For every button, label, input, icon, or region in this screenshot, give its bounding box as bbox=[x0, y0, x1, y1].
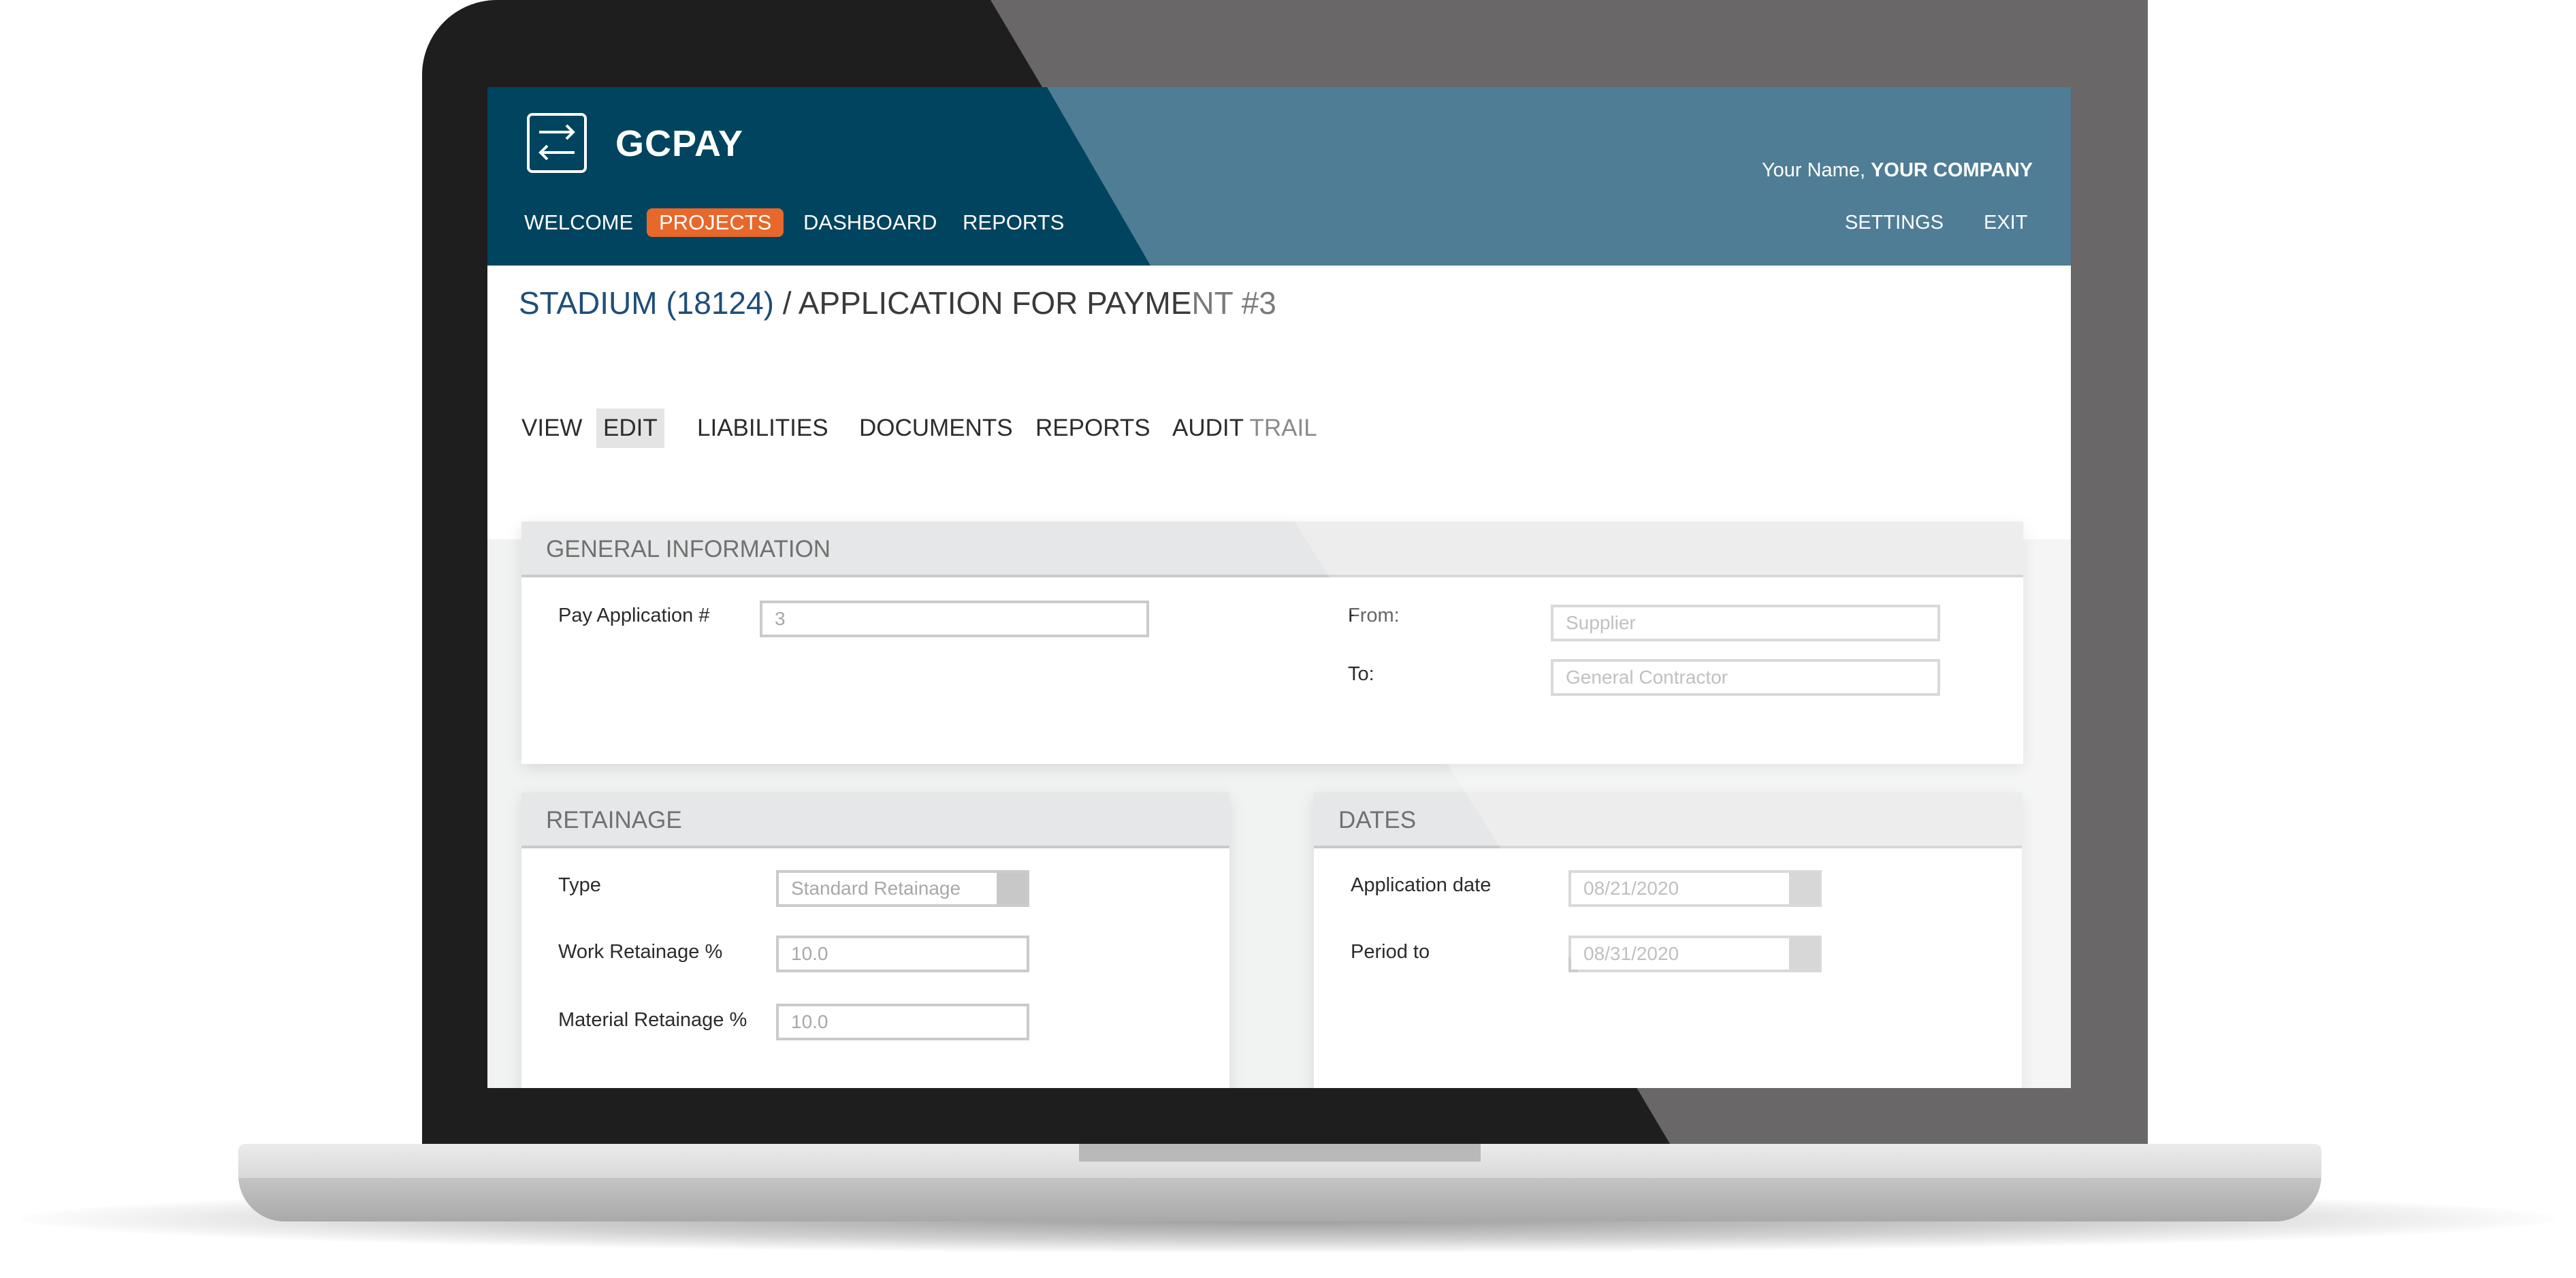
calendar-icon[interactable] bbox=[1789, 938, 1819, 970]
transfer-arrows-icon bbox=[527, 113, 587, 173]
retainage-type-label: Type bbox=[558, 874, 601, 896]
dates-header: DATES bbox=[1314, 793, 2022, 848]
dates-panel: DATES Application date 08/21/2020 Period… bbox=[1314, 793, 2022, 1088]
material-retainage-input[interactable]: 10.0 bbox=[776, 1004, 1029, 1040]
breadcrumb-project-link[interactable]: STADIUM (18124) bbox=[519, 285, 774, 321]
settings-link[interactable]: SETTINGS bbox=[1845, 208, 1944, 237]
work-retainage-value: 10.0 bbox=[791, 943, 828, 964]
application-date-label: Application date bbox=[1351, 874, 1492, 896]
pay-application-value: 3 bbox=[775, 608, 786, 629]
general-information-panel: GENERAL INFORMATION Pay Application # 3 … bbox=[521, 522, 2023, 764]
tab-edit[interactable]: EDIT bbox=[596, 409, 664, 448]
laptop-hinge-notch bbox=[1079, 1144, 1481, 1162]
nav-welcome[interactable]: WELCOME bbox=[524, 208, 633, 237]
tab-audit-label-faded: TRAIL bbox=[1249, 415, 1317, 441]
from-input[interactable]: Supplier bbox=[1551, 605, 1940, 641]
app-screen: GCPAY WELCOME PROJECTS DASHBOARD REPORTS… bbox=[487, 87, 2071, 1088]
tab-reports[interactable]: REPORTS bbox=[1029, 409, 1157, 448]
pay-application-input[interactable]: 3 bbox=[760, 601, 1149, 637]
retainage-panel: RETAINAGE Type Standard Retainage Work R… bbox=[521, 793, 1229, 1088]
user-name: Your Name, bbox=[1761, 159, 1871, 181]
nav-reports[interactable]: REPORTS bbox=[963, 208, 1064, 237]
period-to-value: 08/31/2020 bbox=[1583, 943, 1679, 964]
retainage-header: RETAINAGE bbox=[521, 793, 1229, 848]
work-retainage-label: Work Retainage % bbox=[558, 941, 723, 963]
nav-dashboard[interactable]: DASHBOARD bbox=[803, 208, 937, 237]
tab-view[interactable]: VIEW bbox=[515, 409, 589, 448]
to-input[interactable]: General Contractor bbox=[1551, 659, 1940, 696]
app-logo-text: GCPAY bbox=[615, 123, 744, 164]
from-value: Supplier bbox=[1566, 612, 1636, 633]
from-label: From: bbox=[1348, 605, 1400, 626]
tab-audit-trail[interactable]: AUDIT TRAIL bbox=[1165, 409, 1324, 448]
application-date-value: 08/21/2020 bbox=[1583, 878, 1679, 899]
exit-link[interactable]: EXIT bbox=[1984, 208, 2027, 237]
chevron-down-icon[interactable] bbox=[997, 873, 1027, 904]
material-retainage-label: Material Retainage % bbox=[558, 1009, 747, 1031]
material-retainage-value: 10.0 bbox=[791, 1011, 828, 1032]
work-retainage-input[interactable]: 10.0 bbox=[776, 936, 1029, 972]
period-to-input[interactable]: 08/31/2020 bbox=[1568, 936, 1822, 972]
breadcrumb-separator: / bbox=[773, 285, 799, 321]
page-title-faded: NT #3 bbox=[1191, 285, 1276, 321]
tab-audit-label: AUDIT bbox=[1172, 415, 1250, 441]
to-value: General Contractor bbox=[1566, 667, 1728, 688]
page-title: APPLICATION FOR PAYME bbox=[798, 285, 1192, 321]
retainage-type-select[interactable]: Standard Retainage bbox=[776, 870, 1029, 907]
application-date-input[interactable]: 08/21/2020 bbox=[1568, 870, 1822, 907]
calendar-icon[interactable] bbox=[1789, 873, 1819, 904]
laptop-base-bottom bbox=[238, 1175, 2321, 1221]
retainage-type-value: Standard Retainage bbox=[791, 878, 961, 899]
pay-application-label: Pay Application # bbox=[558, 605, 710, 626]
user-info: Your Name, YOUR COMPANY bbox=[1762, 159, 2033, 182]
tab-documents[interactable]: DOCUMENTS bbox=[852, 409, 1020, 448]
nav-projects[interactable]: PROJECTS bbox=[647, 208, 784, 237]
user-company: YOUR COMPANY bbox=[1871, 159, 2033, 181]
breadcrumb: STADIUM (18124) / APPLICATION FOR PAYMEN… bbox=[519, 285, 1276, 321]
general-information-header: GENERAL INFORMATION bbox=[521, 522, 2023, 577]
tab-liabilities[interactable]: LIABILITIES bbox=[690, 409, 835, 448]
to-label: To: bbox=[1348, 663, 1374, 685]
period-to-label: Period to bbox=[1351, 941, 1430, 963]
